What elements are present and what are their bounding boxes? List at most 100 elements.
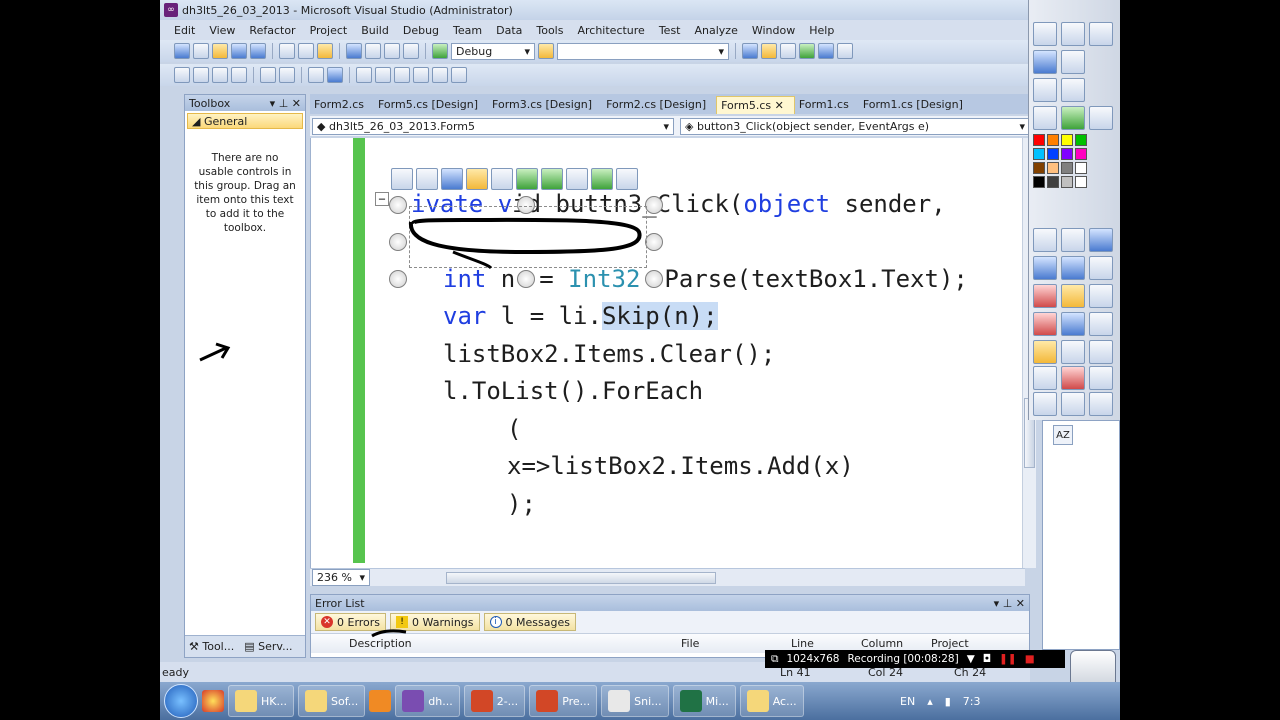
star-icon[interactable]	[591, 168, 613, 190]
comment-out-icon[interactable]	[308, 67, 324, 83]
close-icon[interactable]: ✕	[292, 97, 301, 110]
close-icon[interactable]: ✕	[1016, 597, 1025, 610]
menu-data[interactable]: Data	[496, 24, 522, 37]
tab-form5-design[interactable]: Form5.cs [Design]	[374, 96, 488, 114]
line-tool-icon[interactable]	[1061, 312, 1085, 336]
member-dropdown[interactable]: ◈ button3_Click(object sender, EventArgs…	[680, 117, 1030, 135]
cut-icon[interactable]	[279, 43, 295, 59]
dropdown-icon[interactable]: ▼	[967, 653, 975, 665]
color-swatch-orange[interactable]	[1047, 134, 1059, 146]
undo-icon[interactable]	[346, 43, 362, 59]
previous-bookmark-icon[interactable]	[375, 67, 391, 83]
column-description[interactable]: Description	[311, 637, 681, 650]
camera-icon[interactable]: ◘	[983, 653, 991, 665]
triangle-icon[interactable]	[516, 168, 538, 190]
clone-icon[interactable]	[441, 168, 463, 190]
properties-window-icon[interactable]	[761, 43, 777, 59]
menu-edit[interactable]: Edit	[174, 24, 195, 37]
text-tool-icon[interactable]	[1061, 340, 1085, 364]
taskbar-item-folder-hk[interactable]: HK...	[228, 685, 294, 717]
list-members-icon[interactable]	[174, 67, 190, 83]
menu-project[interactable]: Project	[310, 24, 348, 37]
rotate-icon[interactable]	[416, 168, 438, 190]
chevron-down-icon[interactable]: ▾	[270, 97, 276, 110]
menu-analyze[interactable]: Analyze	[695, 24, 738, 37]
next-bookmark-folder-icon[interactable]	[432, 67, 448, 83]
taskbar-item-excel[interactable]: Mi...	[672, 685, 736, 717]
color-swatch-white[interactable]	[1075, 176, 1087, 188]
clear-bookmarks-icon[interactable]	[451, 67, 467, 83]
play-icon[interactable]	[1033, 106, 1057, 130]
media-player-icon[interactable]	[369, 690, 392, 712]
tab-form5-cs-active[interactable]: Form5.cs ✕	[716, 96, 795, 114]
undo-ink-icon[interactable]	[1033, 392, 1057, 416]
highlighter-icon[interactable]	[1061, 256, 1085, 280]
sun-icon[interactable]	[466, 168, 488, 190]
chevron-down-icon[interactable]: ▾	[994, 597, 1000, 610]
toolbox-window-icon[interactable]	[799, 43, 815, 59]
add-item-icon[interactable]	[193, 43, 209, 59]
indent-icon[interactable]	[279, 67, 295, 83]
taskbar-item-activinspire[interactable]: Ac...	[739, 685, 804, 717]
navigate-backward-icon[interactable]	[384, 43, 400, 59]
globe-icon[interactable]	[1061, 106, 1085, 130]
save-icon[interactable]	[231, 43, 247, 59]
color-swatch-silver[interactable]	[1061, 176, 1073, 188]
resize-icon[interactable]: ⧉	[771, 653, 779, 666]
taskbar-item-folder-sof[interactable]: Sof...	[297, 685, 366, 717]
column-column[interactable]: Column	[861, 637, 931, 650]
color-swatch-brown[interactable]	[1033, 162, 1045, 174]
clear-ink-icon[interactable]	[1089, 392, 1113, 416]
menu-build[interactable]: Build	[361, 24, 389, 37]
start-page-icon[interactable]	[818, 43, 834, 59]
gallery-icon[interactable]	[1033, 340, 1057, 364]
menu-test[interactable]: Test	[659, 24, 681, 37]
paste-icon[interactable]	[317, 43, 333, 59]
color-swatch-white[interactable]	[1075, 162, 1087, 174]
color-swatch-purple[interactable]	[1061, 148, 1073, 160]
tab-form2-design[interactable]: Form2.cs [Design]	[602, 96, 716, 114]
selection-handle[interactable]	[645, 270, 663, 288]
page-icon[interactable]	[566, 168, 588, 190]
stop-icon[interactable]: ■	[1025, 653, 1035, 665]
tab-form1-design[interactable]: Form1.cs [Design]	[859, 96, 973, 114]
magnifier-icon[interactable]	[1089, 256, 1113, 280]
tab-form1-cs[interactable]: Form1.cs	[795, 96, 859, 114]
triangle-outline-icon[interactable]	[541, 168, 563, 190]
image-icon[interactable]	[1089, 312, 1113, 336]
column-file[interactable]: File	[681, 637, 791, 650]
solution-explorer-icon[interactable]	[742, 43, 758, 59]
group-icon[interactable]	[1089, 340, 1113, 364]
quick-info-icon[interactable]	[212, 67, 228, 83]
redo-icon[interactable]	[365, 43, 381, 59]
color-swatch-magenta[interactable]	[1075, 148, 1087, 160]
pin-icon[interactable]: ⊥	[279, 97, 289, 110]
toolbox-footer-tab-toolbox[interactable]: ⚒ Tool...	[189, 640, 234, 653]
next-page-icon[interactable]	[1061, 78, 1085, 102]
column-line[interactable]: Line	[791, 637, 861, 650]
screen-shade-icon[interactable]	[1089, 284, 1113, 308]
menu-team[interactable]: Team	[453, 24, 482, 37]
color-swatch-gray[interactable]	[1061, 162, 1073, 174]
sort-alphabetical-icon[interactable]: AZ	[1053, 425, 1073, 445]
start-button-icon[interactable]	[164, 684, 198, 718]
save-all-icon[interactable]	[250, 43, 266, 59]
desktop-annotate-icon[interactable]	[1033, 50, 1057, 74]
help-icon[interactable]	[1089, 228, 1113, 252]
grid-icon[interactable]	[1089, 106, 1113, 130]
color-swatch-green[interactable]	[1075, 134, 1087, 146]
page-sorter-icon[interactable]	[1033, 22, 1057, 46]
find-combo[interactable]: ▾	[557, 42, 729, 60]
taskbar-item-snipping-tool[interactable]: Sni...	[601, 685, 669, 717]
extension-manager-icon[interactable]	[837, 43, 853, 59]
menu-architecture[interactable]: Architecture	[577, 24, 644, 37]
pin-icon[interactable]: ⊥	[1003, 597, 1013, 610]
color-swatch-red[interactable]	[1033, 134, 1045, 146]
close-icon[interactable]	[391, 168, 413, 190]
menu-view[interactable]: View	[209, 24, 235, 37]
solution-configuration-select[interactable]: Debug ▾	[451, 42, 535, 60]
shape-fill-icon[interactable]	[1033, 312, 1057, 336]
word-completion-icon[interactable]	[231, 67, 247, 83]
open-file-icon[interactable]	[212, 43, 228, 59]
messages-filter-button[interactable]: i0 Messages	[483, 613, 576, 631]
